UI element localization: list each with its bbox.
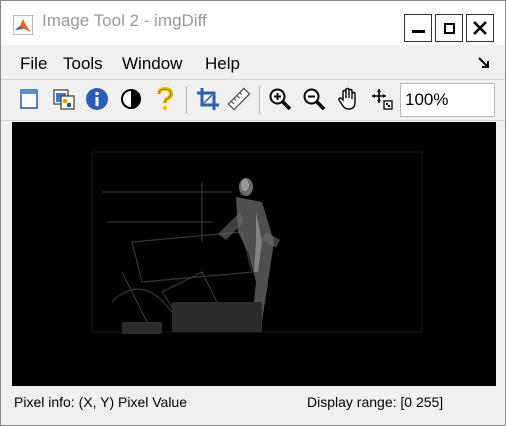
- pan-button[interactable]: [336, 87, 360, 111]
- pixel-info: Pixel info: (X, Y) Pixel Value: [14, 394, 188, 410]
- magnification-input[interactable]: 100%: [400, 83, 495, 117]
- toolbar-separator: [259, 86, 260, 114]
- export-image-button[interactable]: [52, 87, 76, 111]
- close-button[interactable]: [466, 14, 494, 42]
- pan-icon: [338, 87, 356, 110]
- pixel-region-button[interactable]: [370, 87, 394, 111]
- menu-bar: File Tools Window Help: [1, 47, 505, 79]
- toolbar: 100%: [1, 79, 505, 121]
- window-title: Image Tool 2 - imgDiff: [42, 11, 207, 30]
- new-figure-icon: [20, 89, 38, 109]
- measure-distance-icon: [227, 87, 251, 111]
- minimize-icon: [411, 29, 425, 33]
- new-figure-button[interactable]: [17, 87, 41, 111]
- zoom-in-button[interactable]: [268, 87, 292, 111]
- adjust-contrast-icon: [121, 89, 141, 109]
- matlab-logo-icon: [12, 14, 34, 36]
- crop-icon: [197, 88, 219, 110]
- help-icon: [157, 87, 174, 111]
- close-icon: [473, 21, 487, 35]
- image-display[interactable]: [12, 122, 496, 386]
- zoom-in-icon: [269, 88, 292, 111]
- difference-image: [12, 122, 496, 386]
- image-information-button[interactable]: [85, 87, 109, 111]
- help-button[interactable]: [153, 87, 177, 111]
- status-bar: Pixel info: (X, Y) Pixel Value Display r…: [1, 389, 505, 421]
- zoom-out-icon: [303, 88, 326, 111]
- image-tool-window: Image Tool 2 - imgDiff File Tools Window…: [0, 0, 506, 426]
- dock-arrow-icon: [478, 57, 489, 68]
- pixel-region-icon: [372, 89, 393, 110]
- toolbar-separator: [186, 86, 187, 114]
- minimize-button[interactable]: [404, 14, 432, 42]
- menu-tools[interactable]: Tools: [63, 54, 103, 74]
- magnification-value: 100%: [405, 90, 449, 109]
- menu-window[interactable]: Window: [122, 54, 182, 74]
- menu-file[interactable]: File: [20, 54, 47, 74]
- maximize-button[interactable]: [435, 14, 463, 42]
- crop-button[interactable]: [196, 87, 220, 111]
- dock-figure-button[interactable]: [477, 56, 491, 70]
- zoom-out-button[interactable]: [302, 87, 326, 111]
- export-image-icon: [53, 89, 75, 110]
- display-range: Display range: [0 255]: [307, 394, 444, 410]
- title-bar[interactable]: Image Tool 2 - imgDiff: [1, 1, 505, 45]
- image-information-icon: [86, 88, 108, 110]
- measure-distance-button[interactable]: [227, 87, 251, 111]
- adjust-contrast-button[interactable]: [119, 87, 143, 111]
- maximize-icon: [443, 22, 455, 34]
- menu-help[interactable]: Help: [205, 54, 240, 74]
